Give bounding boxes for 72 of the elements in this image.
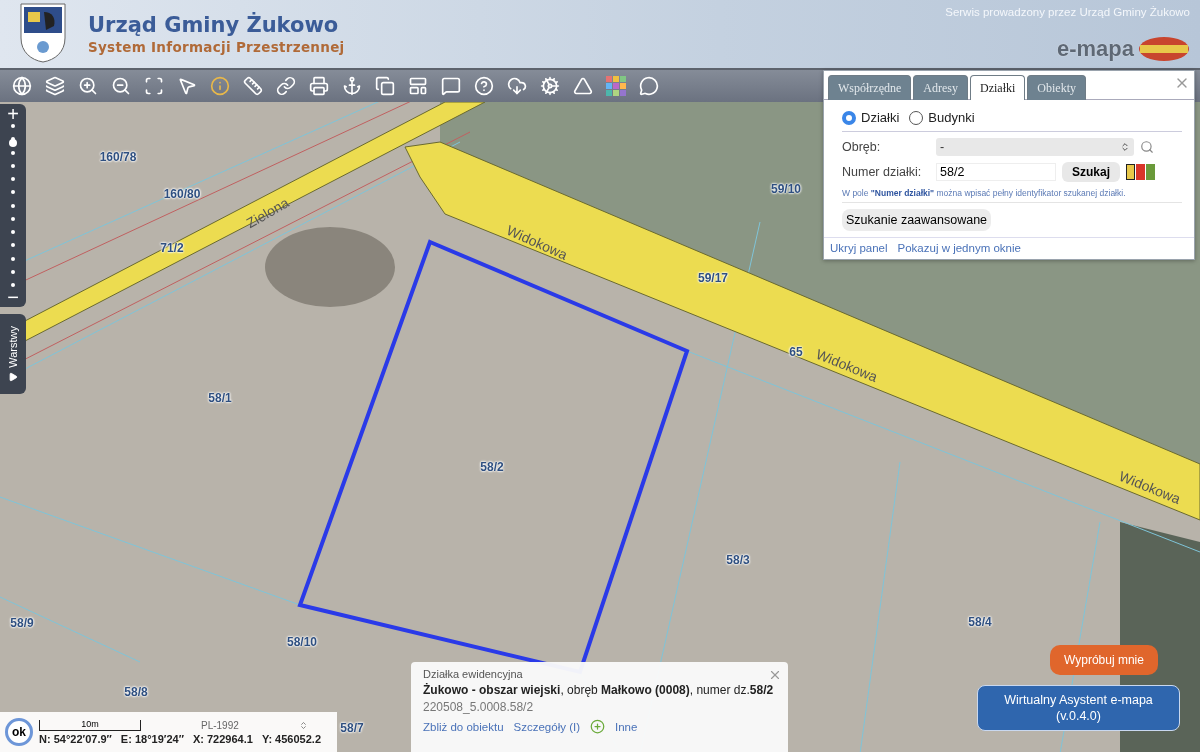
panel-link[interactable]: Pokazuj w jednym oknie — [897, 242, 1021, 254]
virtual-assistant-button[interactable]: Wirtualny Asystent e-mapa (v.0.4.0) — [977, 685, 1180, 731]
hint-text: W pole "Numer działki" można wpisać pełny identyfikator szukanej działki. — [842, 188, 1182, 203]
parcel-number: 58/8 — [124, 685, 148, 699]
popup-link[interactable]: Zbliż do obiektu — [423, 720, 504, 733]
radio-label: Działki — [861, 110, 900, 125]
color-swatch[interactable] — [1146, 164, 1155, 180]
search-button[interactable]: Szukaj — [1062, 162, 1120, 182]
x-coordinate-text: X: 722964.1 — [192, 732, 253, 745]
parcel-number: 59/10 — [771, 182, 801, 196]
layers-icon[interactable] — [43, 74, 66, 98]
close-button[interactable] — [768, 668, 782, 682]
parcel-number: 58/3 — [726, 553, 750, 567]
chevrons-icon — [298, 720, 308, 730]
parcel-number: 58/2 — [480, 460, 504, 474]
zoom-out-button[interactable]: − — [2, 287, 24, 307]
globe-icon[interactable] — [10, 74, 33, 98]
parcel-number: 58/9 — [10, 616, 34, 630]
parcel-number: 58/1 — [208, 391, 232, 405]
settings-icon[interactable] — [538, 74, 561, 98]
zoom-thumb[interactable] — [9, 139, 17, 148]
popup-heading: Działka ewidencyjna — [423, 668, 524, 680]
popup-link[interactable]: Inne — [615, 720, 638, 733]
scale-bar: 10m — [39, 719, 141, 731]
ruler-icon[interactable] — [241, 74, 264, 98]
site-title: Urząd Gminy Żukowo — [88, 13, 340, 37]
longitude-text: E: 18°19′24″ — [120, 732, 184, 745]
parcel-number: 65 — [789, 345, 803, 359]
parcel-number: 58/7 — [340, 721, 364, 735]
color-grid-icon[interactable] — [604, 74, 627, 98]
parcel-number: 58/4 — [968, 615, 992, 629]
y-coordinate-text: Y: 456052.2 — [261, 732, 321, 745]
play-icon — [8, 371, 18, 382]
search-icon[interactable] — [1140, 140, 1154, 154]
color-swatch[interactable] — [1126, 164, 1135, 180]
parcel-number: 59/17 — [698, 271, 728, 285]
field-label: Numer działki: — [842, 165, 923, 179]
popup-link[interactable]: Szczegóły (I) — [513, 720, 580, 733]
parcel-number: 160/78 — [99, 150, 137, 164]
latitude-text: N: 54°22′07.9″ — [39, 732, 112, 745]
chevrons-icon — [1120, 142, 1130, 152]
precinct-select[interactable]: - — [936, 138, 1134, 156]
zoom-in-button[interactable]: + — [2, 104, 24, 124]
color-swatch[interactable] — [1136, 164, 1145, 180]
panel-link[interactable]: Ukryj panel — [830, 242, 888, 254]
parcel-description: Żukowo - obszar wiejski, obręb Małkowo (0008), numer dz.58/2 — [423, 683, 775, 697]
radio-button[interactable] — [909, 110, 924, 125]
copy-icon[interactable] — [373, 74, 396, 98]
site-subtitle: System Informacji Przestrzennej — [88, 39, 345, 55]
link-icon[interactable] — [274, 74, 297, 98]
add-icon[interactable] — [590, 719, 605, 734]
parcel-number: 160/80 — [163, 187, 201, 201]
info-icon[interactable] — [208, 74, 231, 98]
brand-emblem-icon — [1138, 36, 1190, 62]
parcel-identifier: 220508_5.0008.58/2 — [423, 700, 535, 714]
coordinate-system-select[interactable]: PL-1992 — [201, 719, 308, 731]
advanced-search-button[interactable]: Szukanie zaawansowane — [842, 209, 992, 231]
radio-button[interactable] — [842, 110, 856, 125]
ok-button[interactable]: ok — [5, 718, 33, 746]
panel-tab[interactable]: Działki — [970, 75, 1026, 100]
print-icon[interactable] — [307, 74, 330, 98]
parcel-number: 71/2 — [160, 241, 184, 255]
parcel-number: 58/10 — [287, 635, 317, 649]
crest-icon — [18, 2, 68, 64]
try-me-bubble: Wypróbuj mnie — [1050, 645, 1158, 675]
parcel-number-field[interactable]: 58/2 — [936, 163, 1056, 181]
brand-logo-text: e-mapa — [1056, 36, 1134, 62]
help-icon[interactable] — [472, 74, 495, 98]
radio-label: Budynki — [928, 110, 975, 125]
layers-tab[interactable]: Warstwy — [0, 314, 26, 394]
zoom-slider[interactable]: + − — [0, 104, 26, 307]
field-label: Obręb: — [842, 140, 882, 154]
